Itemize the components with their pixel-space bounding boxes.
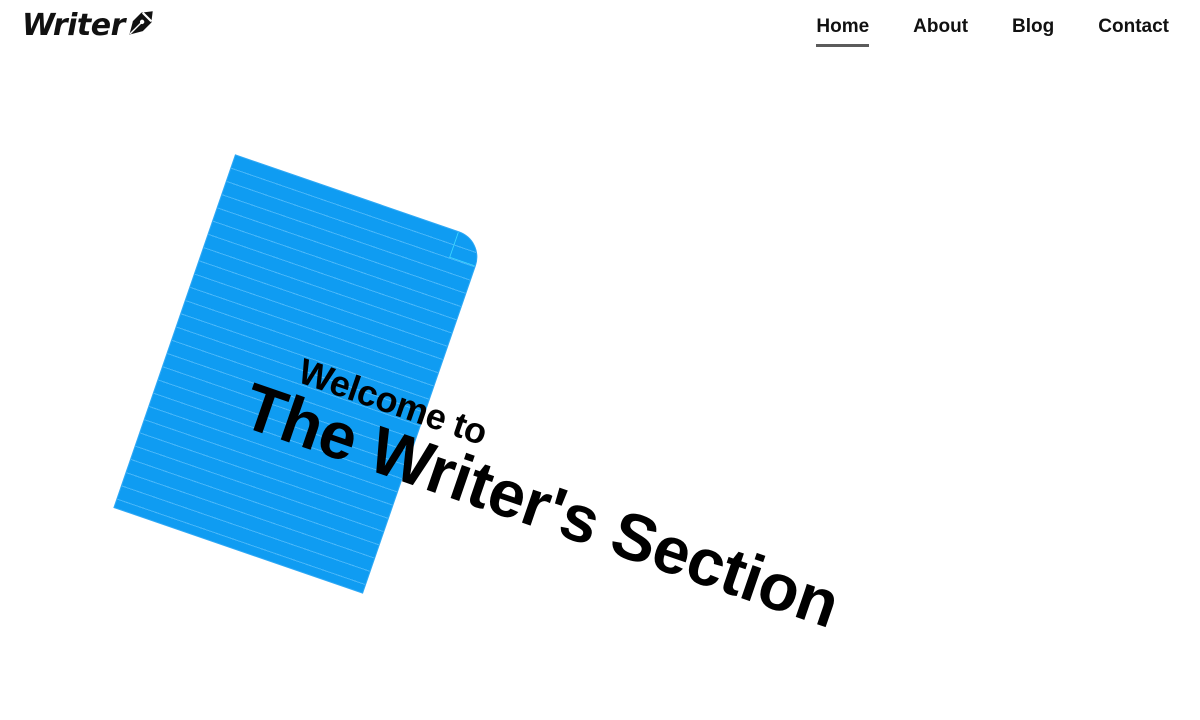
nav-contact[interactable]: Contact [1098,16,1169,42]
nav-blog[interactable]: Blog [1012,16,1054,42]
main-nav: Home About Blog Contact [772,16,1169,47]
notepad-folded-corner [449,231,484,267]
page: Writer Home About Blog Contact Welcome t… [0,0,1200,720]
nav-home[interactable]: Home [816,16,869,47]
nav-about[interactable]: About [913,16,968,42]
logo-text: Writer [22,8,125,43]
fountain-pen-icon [123,5,157,43]
site-header: Writer Home About Blog Contact [0,0,1200,60]
site-logo[interactable]: Writer [22,8,157,43]
